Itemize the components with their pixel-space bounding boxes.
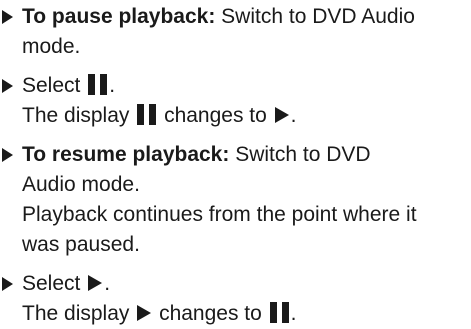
step-text: .	[104, 272, 111, 295]
bullet-triangle-icon	[2, 148, 13, 162]
play-icon	[137, 305, 152, 321]
step-text: The display	[22, 104, 130, 127]
step-text: .	[109, 74, 116, 97]
step-line: Select .	[22, 269, 471, 299]
step-select-pause: Select . The display changes to .	[0, 71, 471, 131]
step-continuation: mode.	[22, 35, 81, 58]
step-line: To pause playback: Switch to DVD Audio	[22, 2, 471, 32]
step-resume-playback: To resume playback: Switch to DVD Audio …	[0, 140, 471, 260]
play-icon	[274, 107, 289, 123]
instruction-list: To pause playback: Switch to DVD Audio m…	[0, 2, 471, 329]
step-text: changes to	[159, 302, 262, 325]
step-continuation: was paused.	[22, 233, 140, 256]
step-text: Select	[22, 74, 81, 97]
bullet-triangle-icon	[2, 79, 13, 93]
pause-icon	[269, 302, 289, 323]
step-continuation: Audio mode.	[22, 173, 140, 196]
pause-icon	[137, 104, 157, 125]
step-text: Switch to DVD Audio	[215, 5, 415, 28]
step-result: The display changes to .	[22, 299, 471, 329]
pause-icon	[88, 74, 108, 95]
step-text: Select	[22, 272, 81, 295]
step-text: Switch to DVD	[229, 143, 371, 166]
bullet-triangle-icon	[2, 277, 13, 291]
step-text: .	[290, 104, 297, 127]
play-icon	[88, 275, 103, 291]
step-text: The display	[22, 302, 130, 325]
step-line: Select .	[22, 71, 471, 101]
step-select-play: Select . The display changes to .	[0, 269, 471, 329]
step-heading: To resume playback:	[22, 143, 230, 166]
step-text: .	[290, 302, 297, 325]
step-line: To resume playback: Switch to DVD	[22, 140, 471, 170]
step-continuation: Playback continues from the point where …	[22, 203, 417, 226]
step-pause-playback: To pause playback: Switch to DVD Audio m…	[0, 2, 471, 62]
step-heading: To pause playback:	[22, 5, 216, 28]
step-result: The display changes to .	[22, 101, 471, 131]
step-text: changes to	[164, 104, 267, 127]
bullet-triangle-icon	[2, 10, 13, 24]
